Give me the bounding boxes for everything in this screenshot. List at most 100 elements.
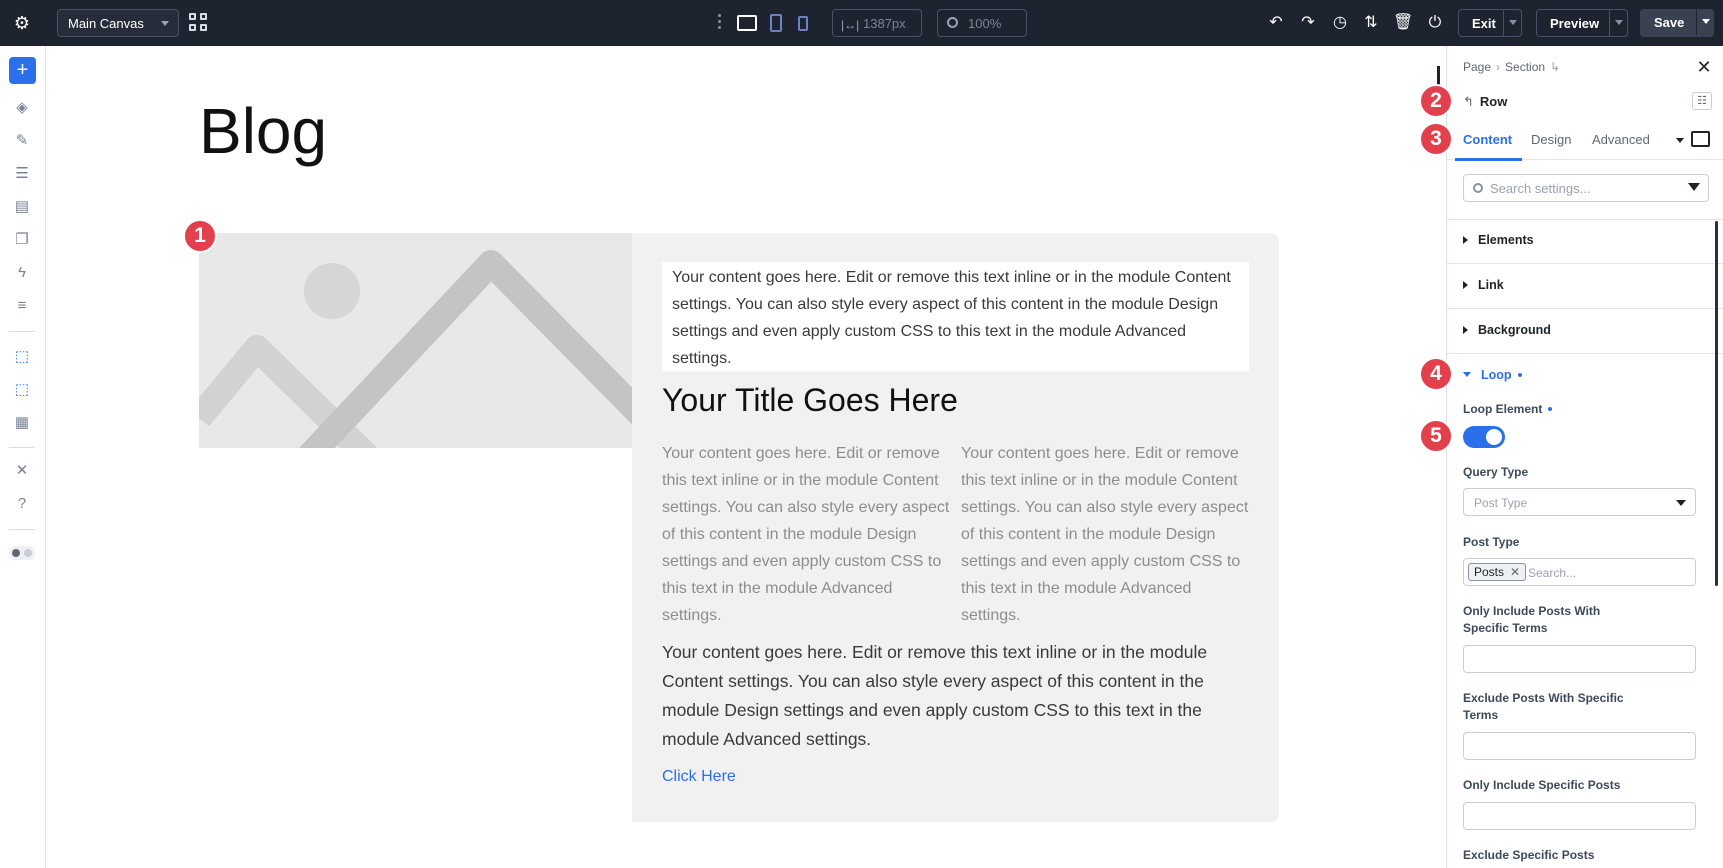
chevron-down-icon <box>161 21 169 26</box>
tab-design[interactable]: Design <box>1531 132 1571 147</box>
chevron-right-icon: › <box>1496 60 1501 74</box>
active-tab-indicator <box>1455 158 1522 161</box>
remove-tag-icon[interactable]: ✕ <box>1510 565 1520 579</box>
divider <box>1447 353 1723 354</box>
template-icon[interactable]: ▦ <box>11 412 33 434</box>
post-type-tag-label: Posts <box>1474 565 1505 579</box>
tab-content[interactable]: Content <box>1463 132 1512 147</box>
preview-dropdown-button[interactable] <box>1609 10 1627 36</box>
layers-icon[interactable]: ◈ <box>11 97 33 119</box>
row-title: ↰ Row <box>1463 94 1507 110</box>
search-settings-input[interactable]: Search settings... <box>1463 174 1709 202</box>
options-icon[interactable]: ☷ <box>1692 92 1712 110</box>
post-type-field[interactable]: Posts ✕ Search... <box>1463 558 1696 586</box>
modified-dot <box>1548 407 1553 411</box>
gear-icon[interactable]: ⚙ <box>10 12 34 34</box>
column-text-right[interactable]: Your content goes here. Edit or remove t… <box>961 440 1251 629</box>
image-placeholder-icon <box>199 250 632 448</box>
group-elements[interactable]: Elements <box>1463 233 1534 247</box>
divider <box>1447 263 1723 264</box>
page-title[interactable]: Blog <box>199 94 327 168</box>
chevron-down-icon <box>1676 500 1686 506</box>
tools-icon[interactable]: ✕ <box>11 460 33 482</box>
grid-icon[interactable] <box>189 13 209 33</box>
group-link-label: Link <box>1478 278 1504 292</box>
exit-dropdown-button[interactable] <box>1503 10 1521 36</box>
paint-icon[interactable]: ✎ <box>11 130 33 152</box>
zoom-input[interactable]: 100% <box>937 9 1027 37</box>
database-icon[interactable]: ☰ <box>11 163 33 185</box>
zoom-value: 100% <box>968 16 1002 31</box>
back-icon[interactable]: ↰ <box>1463 94 1474 109</box>
include-terms-label: Only Include Posts With Specific Terms <box>1463 604 1601 635</box>
query-type-select[interactable]: Post Type <box>1463 488 1696 516</box>
chevron-down-icon[interactable] <box>1676 138 1684 143</box>
help-icon[interactable]: ? <box>11 493 33 515</box>
column-text-left[interactable]: Your content goes here. Edit or remove t… <box>662 440 952 629</box>
undo-icon[interactable]: ↶ <box>1266 13 1286 33</box>
pages-icon[interactable]: ❐ <box>11 229 33 251</box>
breadcrumb-page[interactable]: Page <box>1463 60 1491 74</box>
redo-icon[interactable]: ↷ <box>1298 13 1318 33</box>
canvas-select[interactable]: Main Canvas <box>57 9 179 37</box>
loop-element-toggle[interactable] <box>1463 426 1505 448</box>
view-mode-icon[interactable] <box>1691 131 1710 147</box>
phone-icon[interactable] <box>798 16 808 31</box>
image-placeholder[interactable] <box>199 233 632 448</box>
left-sidebar: + ◈ ✎ ☰ ▤ ❐ ϟ ≡ ⬚ ⬚ ▦ ✕ ? <box>0 46 46 868</box>
sidebar-divider <box>9 529 35 530</box>
close-icon[interactable]: ✕ <box>1695 58 1713 76</box>
breadcrumb: Page › Section ↳ <box>1463 60 1565 74</box>
filter-icon[interactable] <box>1688 183 1700 191</box>
group-background-label: Background <box>1478 323 1551 337</box>
history-icon[interactable]: ◷ <box>1330 13 1350 33</box>
power-icon[interactable]: ⏻ <box>1425 13 1445 33</box>
tab-advanced[interactable]: Advanced <box>1592 132 1650 147</box>
sidebar-divider <box>9 331 35 332</box>
layout-icon[interactable]: ≡ <box>11 295 33 317</box>
canvas-select-value: Main Canvas <box>68 16 144 31</box>
query-type-value: Post Type <box>1474 496 1528 510</box>
divider <box>1447 308 1723 309</box>
lightning-icon[interactable]: ϟ <box>11 262 33 284</box>
more-icon[interactable] <box>716 14 722 32</box>
save-dropdown-button[interactable] <box>1696 9 1714 35</box>
preview-label: Preview <box>1550 16 1600 31</box>
post-type-search[interactable]: Search... <box>1528 566 1576 580</box>
exclude-terms-input[interactable] <box>1463 732 1696 760</box>
post-type-tag[interactable]: Posts ✕ <box>1468 563 1527 581</box>
query-type-label: Query Type <box>1463 465 1529 479</box>
wide-text[interactable]: Your content goes here. Edit or remove t… <box>662 638 1262 754</box>
panel-scrollbar[interactable] <box>1715 221 1718 586</box>
cursor-grid-icon-2[interactable]: ⬚ <box>11 379 33 401</box>
step-badge-1: 1 <box>183 219 217 253</box>
group-link[interactable]: Link <box>1463 278 1504 292</box>
sort-icon[interactable]: ⇅ <box>1361 13 1381 33</box>
exclude-posts-label: Exclude Specific Posts <box>1463 848 1595 862</box>
caret-down-icon <box>1463 372 1471 377</box>
intro-text[interactable]: Your content goes here. Edit or remove t… <box>662 262 1249 371</box>
tablet-icon[interactable] <box>770 14 782 32</box>
group-loop[interactable]: Loop <box>1463 368 1522 382</box>
exclude-terms-label: Exclude Posts With Specific Terms <box>1463 691 1624 722</box>
add-icon[interactable]: + <box>9 57 36 84</box>
width-value: 1387px <box>863 16 906 31</box>
save-button[interactable]: Save <box>1640 9 1714 37</box>
desktop-icon[interactable] <box>737 15 757 31</box>
arrow-return-icon: ↳ <box>1550 60 1561 74</box>
card-title[interactable]: Your Title Goes Here <box>662 382 958 419</box>
step-badge-4: 4 <box>1419 357 1453 391</box>
include-terms-input[interactable] <box>1463 645 1696 673</box>
cursor-grid-icon[interactable]: ⬚ <box>11 346 33 368</box>
exit-button[interactable]: Exit <box>1458 9 1522 37</box>
theme-toggle-icon[interactable] <box>9 546 35 560</box>
form-icon[interactable]: ▤ <box>11 196 33 218</box>
breadcrumb-section[interactable]: Section <box>1505 60 1545 74</box>
width-icon: |↔| <box>841 18 860 32</box>
preview-button[interactable]: Preview <box>1536 9 1628 37</box>
group-background[interactable]: Background <box>1463 323 1551 337</box>
click-here-link[interactable]: Click Here <box>662 768 736 786</box>
include-posts-input[interactable] <box>1463 802 1696 830</box>
width-input[interactable]: |↔| 1387px <box>832 9 922 37</box>
trash-icon[interactable]: 🗑 <box>1393 13 1413 33</box>
